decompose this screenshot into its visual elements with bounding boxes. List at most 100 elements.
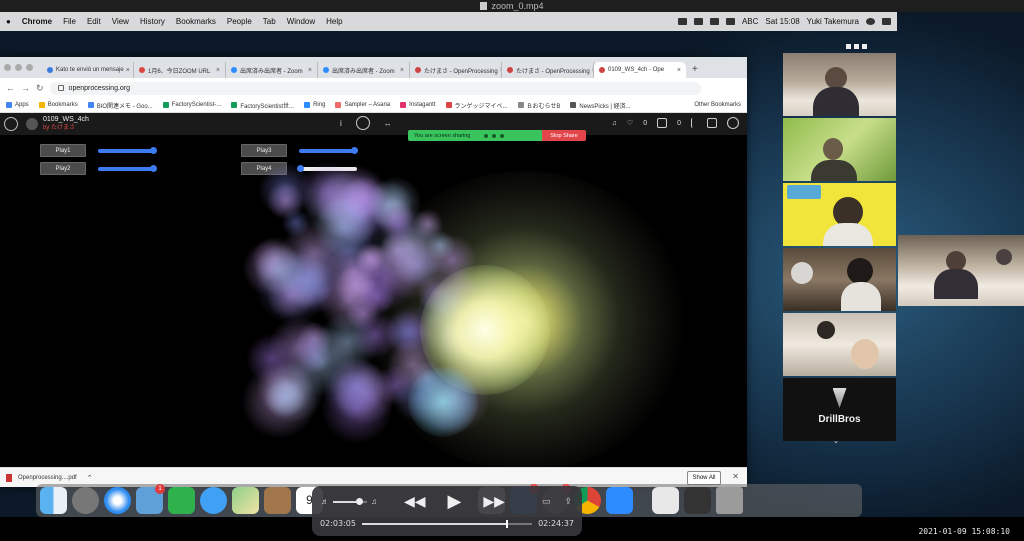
more-participants-chevron-icon[interactable]: ⌄	[833, 437, 839, 445]
folder-icon[interactable]	[684, 487, 711, 514]
share-mic-icon[interactable]	[484, 133, 489, 138]
play-1-button[interactable]: Play1	[40, 144, 86, 157]
volume-knob[interactable]	[355, 497, 363, 505]
finder-icon[interactable]	[40, 487, 67, 514]
input-source[interactable]: ABC	[742, 17, 758, 26]
tab-5[interactable]: たけまさ - OpenProcessing×	[410, 62, 502, 78]
sound-icon[interactable]: ♫	[612, 120, 617, 127]
menu-icon[interactable]	[727, 117, 739, 129]
slider-knob[interactable]	[351, 147, 358, 154]
close-tab-icon[interactable]: ×	[306, 67, 312, 74]
launchpad-icon[interactable]	[72, 487, 99, 514]
rewind-button[interactable]: ◀◀	[404, 493, 426, 510]
document-icon[interactable]	[652, 487, 679, 514]
back-icon[interactable]: ←	[6, 83, 15, 93]
share-icon[interactable]	[707, 118, 717, 128]
participant-video[interactable]: DrillBros	[783, 378, 896, 441]
wifi-icon[interactable]	[725, 18, 735, 25]
slider-knob[interactable]	[150, 147, 157, 154]
bluetooth-icon[interactable]	[693, 18, 703, 25]
participant-video[interactable]	[783, 118, 896, 181]
slider-knob[interactable]	[150, 165, 157, 172]
preview-icon[interactable]: 1	[136, 484, 165, 514]
like-icon[interactable]: ♡	[627, 119, 633, 127]
bookmark-item[interactable]: Sampler – Asana	[335, 101, 390, 110]
close-tab-icon[interactable]: ×	[214, 67, 220, 74]
messages-icon[interactable]	[200, 487, 227, 514]
menu-edit[interactable]: Edit	[87, 17, 101, 26]
bookmark-item[interactable]: Instagantt	[400, 101, 436, 110]
apple-menu-icon[interactable]: ●	[6, 17, 11, 26]
menu-window[interactable]: Window	[287, 17, 315, 26]
author-avatar[interactable]	[26, 118, 38, 130]
volume-slider[interactable]	[333, 497, 367, 505]
sketch-canvas[interactable]: Play1 Play2 Play3 Play4	[0, 135, 747, 467]
participant-video[interactable]	[783, 313, 896, 376]
reload-icon[interactable]: ↻	[36, 83, 44, 94]
menu-clock[interactable]: Sat 15:08	[765, 17, 799, 26]
search-icon[interactable]	[866, 18, 875, 25]
notes-icon[interactable]	[264, 487, 291, 514]
close-download-bar-button[interactable]: ✕	[732, 472, 739, 481]
bookmark-item[interactable]: FactoryScientist-...	[162, 101, 221, 110]
trash-icon[interactable]	[716, 487, 743, 514]
code-toggle-icon[interactable]: ↔	[384, 119, 392, 128]
menu-file[interactable]: File	[63, 17, 76, 26]
facetime-icon[interactable]	[168, 487, 195, 514]
close-tab-icon[interactable]: ×	[398, 67, 404, 74]
info-icon[interactable]: i	[340, 119, 342, 128]
gallery-view-icon[interactable]	[862, 43, 867, 49]
bookmark-item[interactable]: Ring	[304, 101, 325, 110]
download-options-chevron-icon[interactable]: ⌃	[87, 474, 93, 482]
bookmark-item[interactable]: Bookmarks	[38, 101, 78, 110]
volume-high-icon[interactable]: ♫	[371, 497, 377, 506]
bookmark-item[interactable]: ＢおむらせB	[517, 101, 560, 110]
minimize-window-icon[interactable]	[15, 64, 22, 71]
menu-user[interactable]: Yuki Takemura	[807, 17, 859, 26]
bookmark-item[interactable]: FactoryScientist世...	[231, 101, 294, 110]
menu-tab[interactable]: Tab	[263, 17, 276, 26]
menu-chrome[interactable]: Chrome	[22, 17, 52, 26]
screen-icon[interactable]	[677, 18, 687, 25]
stop-share-button[interactable]: Stop Share	[542, 130, 586, 141]
fork-icon[interactable]	[691, 118, 697, 128]
comment-icon[interactable]	[657, 118, 668, 128]
safari-icon[interactable]	[104, 487, 131, 514]
download-item[interactable]: Openprocessing....pdf ⌃	[6, 473, 93, 482]
restart-icon[interactable]	[355, 116, 370, 130]
timeline-scrubber[interactable]	[362, 520, 532, 528]
battery-icon[interactable]	[709, 18, 719, 25]
url-input[interactable]: openprocessing.org	[49, 81, 701, 95]
tab-2[interactable]: 1月6、今日ZOOM URL ×	[134, 62, 226, 78]
gallery-view-icon[interactable]	[846, 43, 851, 49]
zoom-window-icon[interactable]	[26, 64, 33, 71]
volume-low-icon[interactable]: ♬	[321, 497, 329, 506]
play-2-slider[interactable]	[98, 165, 157, 172]
participant-video[interactable]	[783, 248, 896, 311]
tab-1[interactable]: Kato te envió un mensaje ×	[42, 62, 134, 78]
zoom-icon[interactable]	[606, 487, 633, 514]
tab-6[interactable]: たけまさ - OpenProcessing×	[502, 62, 594, 78]
participant-video[interactable]	[783, 53, 896, 116]
timeline-playhead[interactable]	[505, 520, 508, 528]
tab-3[interactable]: 出席済み出席者 - Zoom ×	[226, 62, 318, 78]
menu-history[interactable]: History	[140, 17, 165, 26]
airplay-button[interactable]: ▭	[542, 496, 551, 507]
bookmark-item[interactable]: BIO関連メモ - Goo...	[87, 101, 153, 110]
openprocessing-logo-icon[interactable]	[4, 117, 18, 131]
share-pause-icon[interactable]	[492, 133, 497, 138]
menu-help[interactable]: Help	[326, 17, 342, 26]
sketch-author[interactable]: by たけまさ	[43, 124, 89, 132]
bookmark-item[interactable]: NewsPicks | 経済...	[570, 101, 631, 110]
play-1-slider[interactable]	[98, 147, 157, 154]
forward-icon[interactable]: →	[21, 83, 30, 93]
tab-7[interactable]: 0109_WS_4ch - Ope ×	[594, 62, 686, 78]
play-2-button[interactable]: Play2	[40, 162, 86, 175]
menu-bookmarks[interactable]: Bookmarks	[176, 17, 216, 26]
share-more-icon[interactable]	[500, 133, 505, 138]
other-bookmarks[interactable]: Other Bookmarks	[694, 102, 741, 108]
menu-people[interactable]: People	[227, 17, 252, 26]
maps-icon[interactable]	[232, 487, 259, 514]
share-button[interactable]: ⇪	[564, 496, 572, 507]
gallery-view-icon[interactable]	[854, 43, 859, 49]
